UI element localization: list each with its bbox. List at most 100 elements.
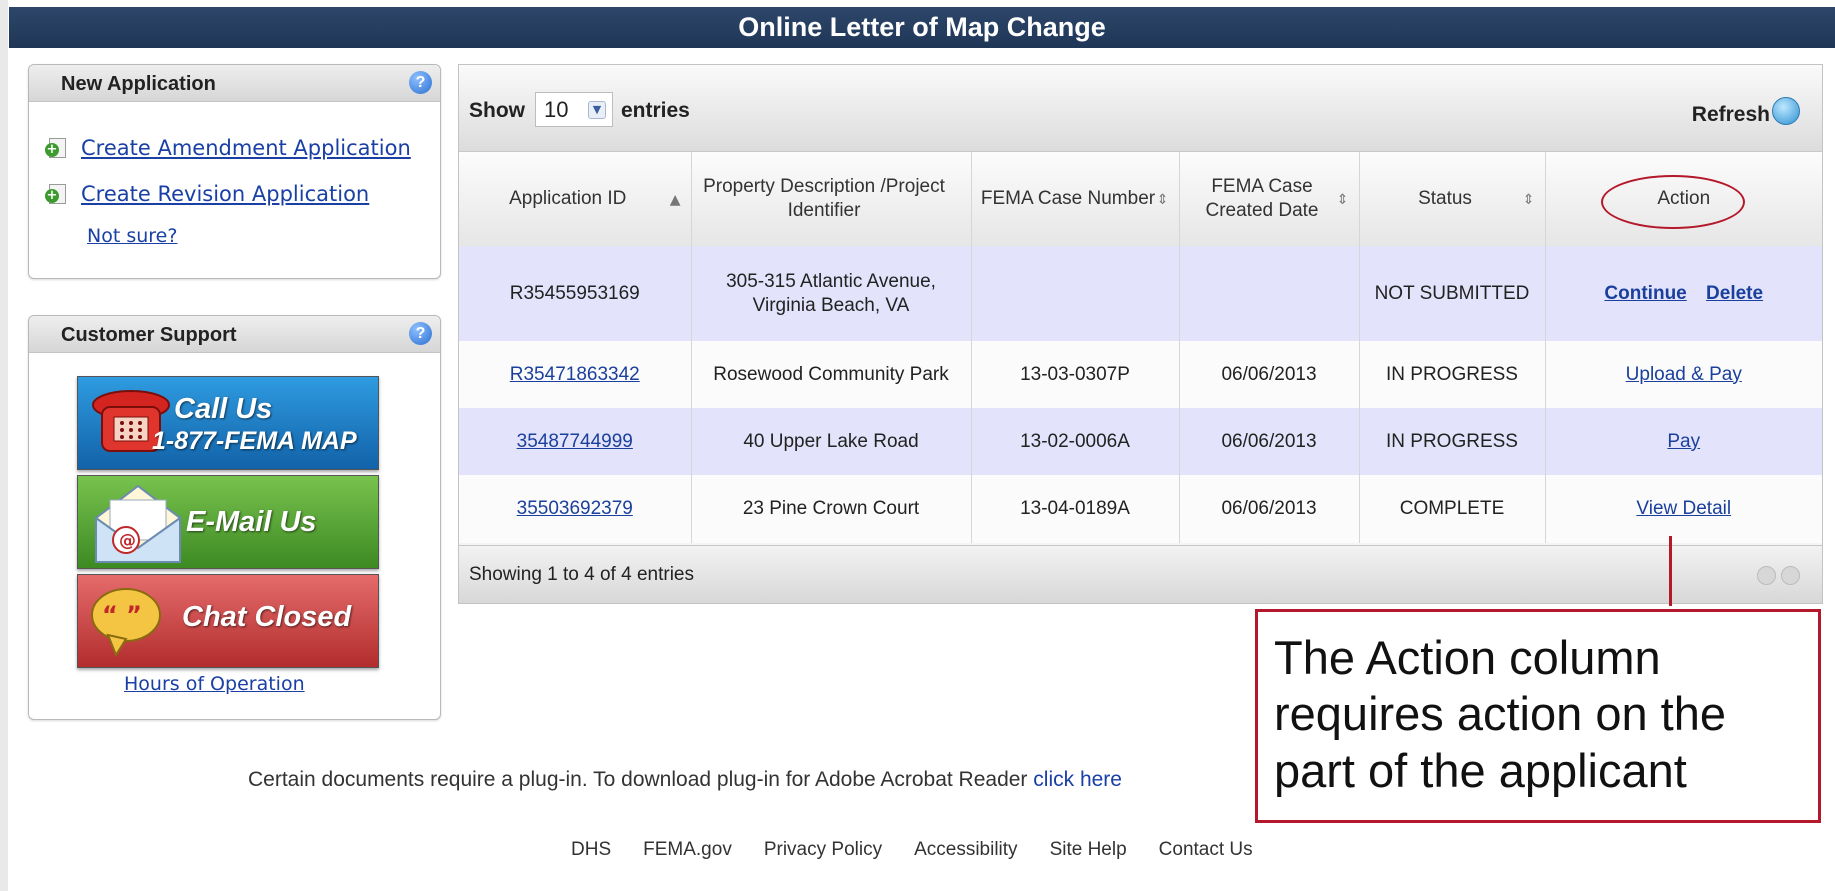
plugin-notice: Certain documents require a plug-in. To … [248, 768, 1122, 792]
panel-header: Customer Support ? [29, 316, 440, 353]
column-header-created-date[interactable]: FEMA Case Created Date ⇕ [1179, 152, 1360, 246]
chat-label: Chat Closed [182, 601, 352, 633]
show-label: Show [469, 99, 525, 122]
footer-link-accessibility[interactable]: Accessibility [914, 839, 1017, 861]
entries-select[interactable]: 10 ▼ [535, 92, 613, 127]
case-number-cell: 13-04-0189A [971, 475, 1180, 543]
applications-grid: Show 10 ▼ entries Refresh Application ID… [458, 64, 1823, 604]
case-number-cell: 13-03-0307P [971, 341, 1180, 408]
create-revision-link[interactable]: Create Revision Application [81, 182, 369, 206]
column-header-property[interactable]: Property Description /Project Identifier [691, 152, 972, 246]
pay-link[interactable]: Pay [1667, 431, 1700, 452]
column-header-case-number[interactable]: FEMA Case Number ⇕ [971, 152, 1180, 246]
application-id-cell: 35487744999 [459, 408, 692, 475]
create-amendment-link[interactable]: Create Amendment Application [81, 136, 411, 160]
column-header-status[interactable]: Status ⇕ [1359, 152, 1546, 246]
help-icon[interactable]: ? [409, 322, 432, 345]
status-cell: IN PROGRESS [1359, 408, 1546, 475]
svg-text:“ ”: “ ” [102, 601, 142, 629]
entries-value: 10 [544, 97, 569, 122]
view-detail-link[interactable]: View Detail [1636, 498, 1731, 519]
plugin-notice-text: Certain documents require a plug-in. To … [248, 768, 1028, 791]
footer-link-fema[interactable]: FEMA.gov [643, 839, 732, 861]
application-id-link[interactable]: R35471863342 [510, 364, 640, 385]
new-document-icon: + [45, 183, 67, 205]
panel-title: Customer Support [61, 324, 237, 346]
plugin-download-link[interactable]: click here [1033, 768, 1122, 791]
callout-box: The Action column requires action on the… [1255, 609, 1821, 823]
chevron-down-icon: ▼ [588, 101, 606, 119]
status-cell: COMPLETE [1359, 475, 1546, 543]
customer-support-panel: Customer Support ? Call Us 1-877-FEMA MA… [28, 315, 441, 720]
hours-of-operation-link[interactable]: Hours of Operation [124, 673, 305, 695]
sort-icon: ⇕ [1336, 192, 1349, 208]
upload-pay-link[interactable]: Upload & Pay [1626, 364, 1742, 385]
property-cell: 23 Pine Crown Court [691, 475, 972, 543]
application-id-link[interactable]: 35487744999 [517, 431, 633, 452]
property-cell: 305-315 Atlantic Avenue, Virginia Beach,… [691, 246, 972, 341]
status-cell: IN PROGRESS [1359, 341, 1546, 408]
case-number-cell [971, 246, 1180, 341]
status-cell: NOT SUBMITTED [1359, 246, 1546, 341]
application-id-cell: 35503692379 [459, 475, 692, 543]
envelope-icon: @ [95, 484, 181, 563]
email-us-label: E-Mail Us [186, 506, 317, 538]
property-cell: Rosewood Community Park [691, 341, 972, 408]
action-cell: Upload & Pay [1545, 341, 1822, 408]
help-icon[interactable]: ? [409, 71, 432, 94]
sort-icon: ⇕ [1156, 192, 1169, 208]
delete-link[interactable]: Delete [1706, 283, 1763, 304]
case-number-cell: 13-02-0006A [971, 408, 1180, 475]
email-us-button[interactable]: @ E-Mail Us [77, 475, 379, 569]
grid-toolbar: Show 10 ▼ entries Refresh [459, 65, 1822, 152]
created-date-cell: 06/06/2013 [1179, 475, 1360, 543]
action-highlight-circle [1601, 175, 1745, 229]
not-sure-link[interactable]: Not sure? [87, 225, 177, 247]
svg-text:@: @ [119, 531, 136, 551]
next-page-icon[interactable] [1781, 566, 1800, 585]
call-us-number: 1-877-FEMA MAP [152, 427, 357, 455]
chat-bubble-icon: “ ” [91, 588, 161, 658]
created-date-cell: 06/06/2013 [1179, 341, 1360, 408]
call-us-label: Call Us [174, 393, 273, 425]
application-id-cell: R35471863342 [459, 341, 692, 408]
created-date-cell: 06/06/2013 [1179, 408, 1360, 475]
table-row: R35455953169 305-315 Atlantic Avenue, Vi… [459, 246, 1822, 341]
property-cell: 40 Upper Lake Road [691, 408, 972, 475]
footer-link-privacy[interactable]: Privacy Policy [764, 839, 882, 861]
table-row: R35471863342 Rosewood Community Park 13-… [459, 341, 1822, 408]
create-amendment-row[interactable]: + Create Amendment Application [45, 136, 411, 160]
refresh-icon[interactable] [1772, 97, 1800, 125]
action-cell: Pay [1545, 408, 1822, 475]
footer-link-contact[interactable]: Contact Us [1159, 839, 1253, 861]
new-application-panel: New Application ? + Create Amendment App… [28, 64, 441, 279]
callout-pointer-line [1669, 536, 1672, 606]
footer-links: DHS FEMA.gov Privacy Policy Accessibilit… [571, 839, 1253, 861]
application-id-link[interactable]: 35503692379 [517, 498, 633, 519]
entries-info: Showing 1 to 4 of 4 entries [469, 564, 694, 585]
sort-asc-icon: ▲ [669, 192, 681, 208]
new-document-icon: + [45, 137, 67, 159]
footer-link-site-help[interactable]: Site Help [1050, 839, 1127, 861]
left-edge [0, 0, 8, 891]
sort-icon: ⇕ [1522, 192, 1535, 208]
created-date-cell [1179, 246, 1360, 341]
refresh-button[interactable]: Refresh [1692, 103, 1770, 127]
previous-page-icon[interactable] [1757, 566, 1776, 585]
grid-footer: Showing 1 to 4 of 4 entries [459, 545, 1822, 603]
create-revision-row[interactable]: + Create Revision Application [45, 182, 369, 206]
entries-label: entries [621, 99, 690, 122]
chat-button[interactable]: “ ” Chat Closed [77, 574, 379, 668]
table-row: 35503692379 23 Pine Crown Court 13-04-01… [459, 475, 1822, 543]
application-id-cell: R35455953169 [459, 246, 692, 341]
continue-link[interactable]: Continue [1604, 283, 1686, 304]
action-cell: View Detail [1545, 475, 1822, 543]
table-row: 35487744999 40 Upper Lake Road 13-02-000… [459, 408, 1822, 475]
action-cell: Continue Delete [1545, 246, 1822, 341]
column-header-application-id[interactable]: Application ID ▲ [459, 152, 692, 246]
call-us-button[interactable]: Call Us 1-877-FEMA MAP [77, 376, 379, 470]
panel-header: New Application ? [29, 65, 440, 102]
footer-link-dhs[interactable]: DHS [571, 839, 611, 861]
page-title: Online Letter of Map Change [9, 7, 1835, 48]
panel-title: New Application [61, 73, 216, 95]
